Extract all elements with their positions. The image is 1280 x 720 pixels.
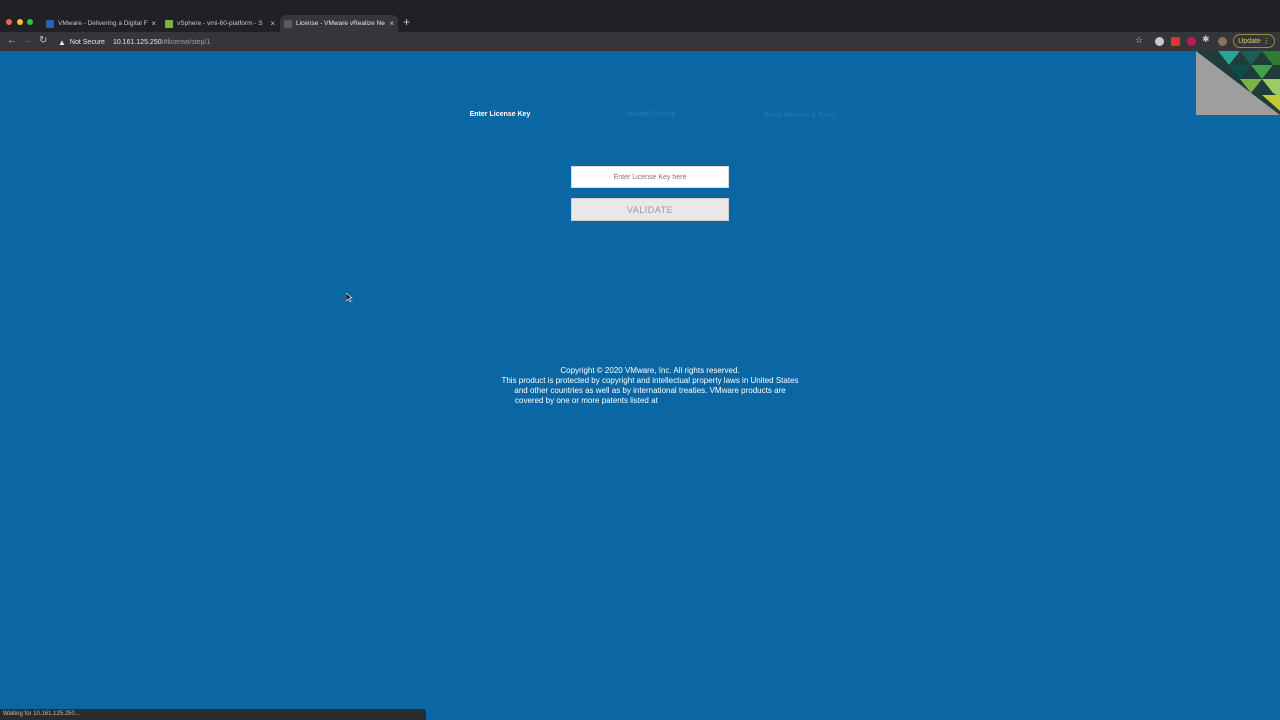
update-button[interactable]: Update ⋮ [1233, 34, 1275, 48]
step-validate-license: Validate License [624, 111, 676, 118]
extension-icon[interactable] [1155, 37, 1164, 46]
new-tab-button[interactable]: + [403, 15, 410, 29]
copyright-line: This product is protected by copyright a… [501, 376, 799, 385]
security-label[interactable]: Not Secure [70, 39, 105, 46]
bookmark-star-icon[interactable]: ☆ [1135, 35, 1143, 46]
tab-title: License - VMware vRealize Ne [296, 20, 385, 27]
validate-button[interactable]: VALIDATE [571, 198, 729, 221]
puzzle-extensions-icon[interactable]: ✱ [1202, 34, 1210, 45]
vrni-favicon-icon [284, 19, 292, 28]
browser-tab-license[interactable]: License - VMware vRealize Ne × [280, 15, 398, 32]
tab-close-icon[interactable]: × [270, 19, 275, 28]
copyright-line: Copyright © 2020 VMware, Inc. All rights… [560, 366, 740, 375]
forward-arrow-icon[interactable]: → [23, 35, 33, 46]
window-minimize-button[interactable] [17, 19, 23, 25]
browser-tab-vsphere[interactable]: vSphere - vrni-60-platform - S × [161, 15, 279, 32]
tab-close-icon[interactable]: × [389, 19, 394, 28]
mouse-cursor-icon [346, 293, 353, 302]
profile-avatar[interactable] [1218, 37, 1227, 46]
step-enter-license-key: Enter License Key [469, 111, 531, 118]
copyright-line: and other countries as well as by intern… [514, 386, 786, 395]
license-key-input[interactable] [571, 166, 729, 188]
warning-triangle-icon: ▲ [58, 37, 66, 47]
browser-toolbar: ← → ↻ ▲ Not Secure 10.161.125.250 /#lice… [0, 32, 1280, 51]
url-path: /#license/step/1 [161, 38, 211, 46]
vmware-corner-logo-icon [1196, 51, 1280, 115]
vmware-favicon-icon [46, 19, 54, 28]
address-bar[interactable]: ▲ Not Secure 10.161.125.250 /#license/st… [54, 35, 1144, 49]
browser-tab-bar: VMware - Delivering a Digital F × vSpher… [0, 0, 1280, 32]
browser-tab-vmware[interactable]: VMware - Delivering a Digital F × [42, 15, 160, 32]
extension-icon[interactable] [1187, 37, 1196, 46]
window-zoom-button[interactable] [27, 19, 33, 25]
tab-title: VMware - Delivering a Digital F [58, 20, 148, 27]
copyright-line: covered by one or more patents listed at [515, 396, 658, 405]
extension-icon[interactable] [1171, 37, 1180, 46]
url-host: 10.161.125.250 [112, 38, 162, 46]
window-close-button[interactable] [6, 19, 12, 25]
back-arrow-icon[interactable]: ← [7, 35, 17, 46]
tab-close-icon[interactable]: × [151, 19, 156, 28]
reload-icon[interactable]: ↻ [39, 35, 47, 46]
license-page: Enter License Key Validate License Setup… [0, 51, 1280, 720]
copyright-footer: Copyright © 2020 VMware, Inc. All rights… [470, 366, 830, 406]
tab-title: vSphere - vrni-60-platform - S [177, 20, 263, 27]
update-label: Update [1238, 37, 1261, 45]
step-setup-network: Setup Network & Proxy [763, 112, 837, 119]
browser-status-bar: Waiting for 10.161.125.250... [0, 709, 426, 720]
vsphere-favicon-icon [165, 19, 173, 28]
